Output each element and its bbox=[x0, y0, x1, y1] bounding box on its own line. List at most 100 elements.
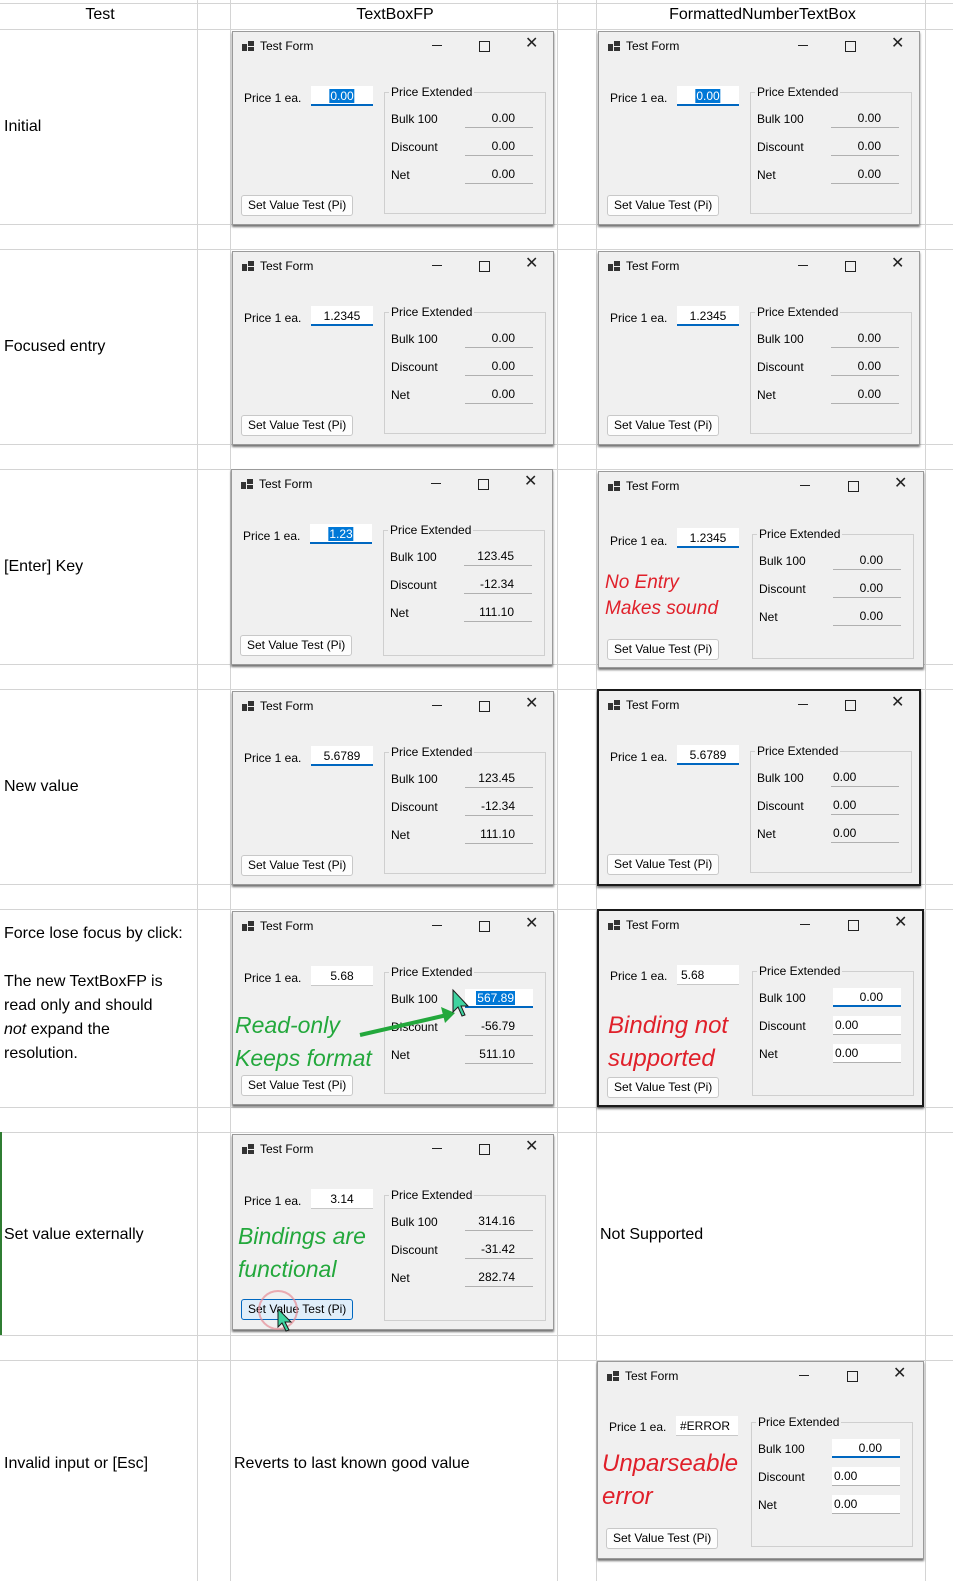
maximize-icon[interactable] bbox=[845, 700, 856, 711]
row-label-line: read only and should bbox=[4, 997, 153, 1014]
close-icon[interactable]: ✕ bbox=[525, 1138, 538, 1156]
minimize-icon[interactable] bbox=[800, 478, 812, 492]
net-field[interactable]: 0.00 bbox=[833, 1044, 901, 1063]
net-field[interactable]: 0.00 bbox=[831, 385, 899, 404]
maximize-icon[interactable] bbox=[848, 920, 859, 931]
maximize-icon[interactable] bbox=[479, 701, 490, 712]
net-field[interactable]: 0.00 bbox=[833, 607, 901, 626]
set-value-test-button[interactable]: Set Value Test (Pi) bbox=[607, 195, 720, 216]
maximize-icon[interactable] bbox=[479, 261, 490, 272]
set-value-test-button[interactable]: Set Value Test (Pi) bbox=[240, 635, 353, 656]
window-title: Test Form bbox=[626, 918, 680, 932]
close-icon[interactable]: ✕ bbox=[891, 694, 904, 712]
minimize-icon[interactable] bbox=[798, 697, 810, 711]
minimize-icon[interactable] bbox=[798, 258, 810, 272]
set-value-test-button[interactable]: Set Value Test (Pi) bbox=[241, 855, 354, 876]
set-value-test-button[interactable]: Set Value Test (Pi) bbox=[607, 415, 720, 436]
net-field[interactable]: 0.00 bbox=[832, 1495, 900, 1514]
set-value-test-button[interactable]: Set Value Test (Pi) bbox=[606, 1528, 719, 1549]
bulk-field[interactable]: 123.45 bbox=[465, 769, 533, 788]
price-input[interactable]: #ERROR bbox=[676, 1416, 738, 1436]
price-input[interactable]: 1.2345 bbox=[677, 528, 739, 548]
close-icon[interactable]: ✕ bbox=[891, 35, 904, 53]
set-value-test-button[interactable]: Set Value Test (Pi) bbox=[241, 195, 354, 216]
bulk-field[interactable]: 123.45 bbox=[464, 547, 532, 566]
net-field[interactable]: 0.00 bbox=[465, 165, 533, 184]
bulk-field[interactable]: 567.89 bbox=[465, 989, 533, 1008]
price-input[interactable]: 5.68 bbox=[311, 966, 373, 986]
minimize-icon[interactable] bbox=[798, 38, 810, 52]
close-icon[interactable]: ✕ bbox=[525, 915, 538, 933]
discount-field[interactable]: 0.00 bbox=[831, 357, 899, 376]
net-value: 0.00 bbox=[834, 1497, 858, 1511]
minimize-icon[interactable] bbox=[432, 258, 444, 272]
minimize-icon[interactable] bbox=[799, 1368, 811, 1382]
close-icon[interactable]: ✕ bbox=[525, 695, 538, 713]
bulk-field[interactable]: 0.00 bbox=[831, 329, 899, 348]
discount-field[interactable]: -12.34 bbox=[465, 797, 533, 816]
net-field[interactable]: 111.10 bbox=[464, 603, 532, 622]
discount-field[interactable]: -31.42 bbox=[465, 1240, 533, 1259]
minimize-icon[interactable] bbox=[432, 918, 444, 932]
emphasis-text: not bbox=[4, 1021, 27, 1038]
net-field[interactable]: 282.74 bbox=[465, 1268, 533, 1287]
price-input[interactable]: 0.00 bbox=[677, 86, 739, 106]
maximize-icon[interactable] bbox=[845, 41, 856, 52]
close-icon[interactable]: ✕ bbox=[893, 1365, 906, 1383]
minimize-icon[interactable] bbox=[800, 917, 812, 931]
bulk-field[interactable]: 0.00 bbox=[833, 988, 901, 1007]
discount-field[interactable]: 0.00 bbox=[465, 357, 533, 376]
bulk-field[interactable]: 0.00 bbox=[465, 109, 533, 128]
discount-field[interactable]: -12.34 bbox=[464, 575, 532, 594]
price-input[interactable]: 0.00 bbox=[311, 86, 373, 106]
price-input[interactable]: 5.6789 bbox=[311, 746, 373, 766]
maximize-icon[interactable] bbox=[845, 261, 856, 272]
set-value-test-button[interactable]: Set Value Test (Pi) bbox=[607, 639, 720, 660]
minimize-icon[interactable] bbox=[431, 476, 443, 490]
bulk-field[interactable]: 0.00 bbox=[831, 768, 899, 787]
bulk-field[interactable]: 0.00 bbox=[465, 329, 533, 348]
close-icon[interactable]: ✕ bbox=[525, 35, 538, 53]
set-value-test-button[interactable]: Set Value Test (Pi) bbox=[241, 1075, 354, 1096]
net-field[interactable]: 0.00 bbox=[831, 824, 899, 843]
bulk-field[interactable]: 314.16 bbox=[465, 1212, 533, 1231]
net-field[interactable]: 0.00 bbox=[465, 385, 533, 404]
discount-field[interactable]: 0.00 bbox=[831, 137, 899, 156]
price-input[interactable]: 5.68 bbox=[677, 965, 739, 985]
minimize-icon[interactable] bbox=[432, 38, 444, 52]
discount-field[interactable]: 0.00 bbox=[833, 579, 901, 598]
discount-field[interactable]: 0.00 bbox=[832, 1467, 900, 1486]
bulk-field[interactable]: 0.00 bbox=[832, 1439, 900, 1458]
maximize-icon[interactable] bbox=[479, 41, 490, 52]
price-input[interactable]: 5.6789 bbox=[677, 745, 739, 765]
close-icon[interactable]: ✕ bbox=[891, 255, 904, 273]
price-input[interactable]: 3.14 bbox=[311, 1189, 373, 1209]
discount-field[interactable]: -56.79 bbox=[465, 1017, 533, 1036]
price-input[interactable]: 1.2345 bbox=[311, 306, 373, 326]
maximize-icon[interactable] bbox=[478, 479, 489, 490]
net-field[interactable]: 111.10 bbox=[465, 825, 533, 844]
close-icon[interactable]: ✕ bbox=[894, 475, 907, 493]
set-value-test-button[interactable]: Set Value Test (Pi) bbox=[241, 415, 354, 436]
close-icon[interactable]: ✕ bbox=[524, 473, 537, 491]
price-input[interactable]: 1.23 bbox=[310, 524, 372, 544]
close-icon[interactable]: ✕ bbox=[525, 255, 538, 273]
maximize-icon[interactable] bbox=[848, 481, 859, 492]
price-input[interactable]: 1.2345 bbox=[677, 306, 739, 326]
net-field[interactable]: 511.10 bbox=[465, 1045, 533, 1064]
discount-field[interactable]: 0.00 bbox=[831, 796, 899, 815]
close-icon[interactable]: ✕ bbox=[894, 914, 907, 932]
minimize-icon[interactable] bbox=[432, 1141, 444, 1155]
discount-field[interactable]: 0.00 bbox=[833, 1016, 901, 1035]
maximize-icon[interactable] bbox=[847, 1371, 858, 1382]
maximize-icon[interactable] bbox=[479, 1144, 490, 1155]
set-value-test-button[interactable]: Set Value Test (Pi) bbox=[607, 854, 720, 875]
minimize-icon[interactable] bbox=[432, 698, 444, 712]
bulk-field[interactable]: 0.00 bbox=[831, 109, 899, 128]
bulk-field[interactable]: 0.00 bbox=[833, 551, 901, 570]
discount-field[interactable]: 0.00 bbox=[465, 137, 533, 156]
net-field[interactable]: 0.00 bbox=[831, 165, 899, 184]
maximize-icon[interactable] bbox=[479, 921, 490, 932]
net-label: Net bbox=[759, 610, 778, 624]
set-value-test-button[interactable]: Set Value Test (Pi) bbox=[607, 1077, 720, 1098]
